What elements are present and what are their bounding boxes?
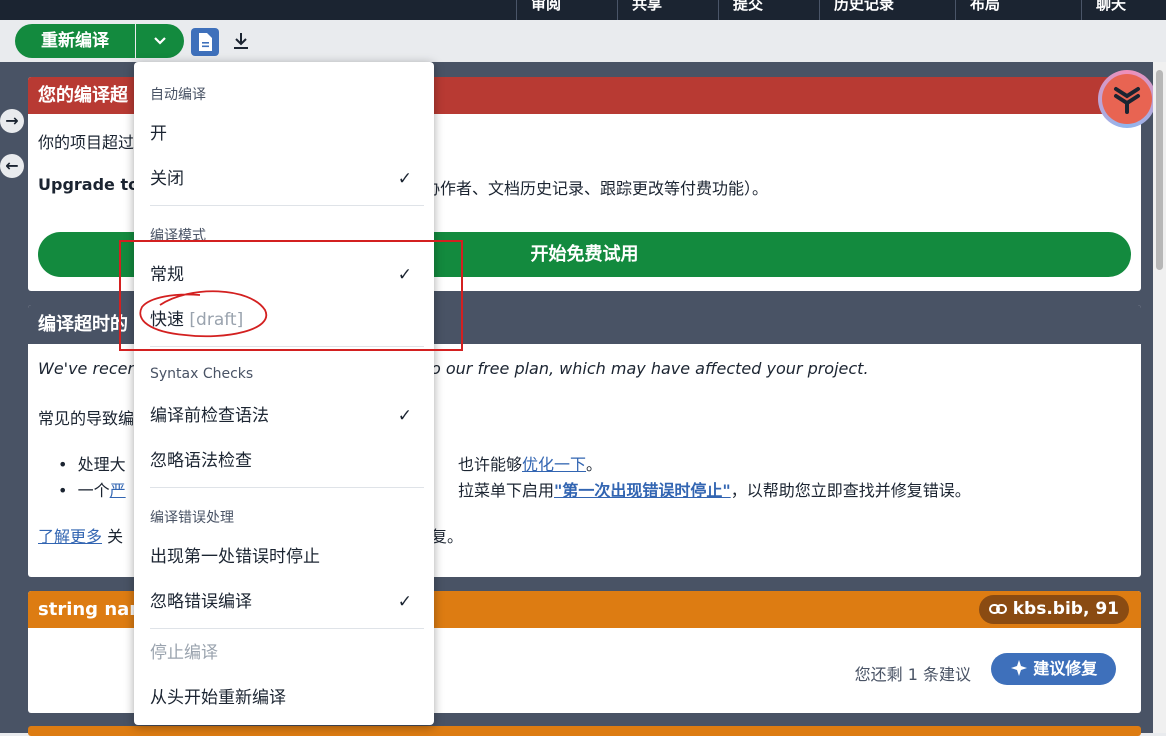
check-icon: ✓ [397,169,412,189]
menu-divider [150,205,424,206]
annotation-circle [139,290,268,338]
document-logs-button[interactable] [191,28,219,56]
suggest-fix-button[interactable]: 建议修复 [991,653,1116,685]
ai-assistant-avatar[interactable] [1098,70,1156,128]
stop-on-first-error[interactable]: 出现第一处错误时停止 [134,535,434,579]
share-button[interactable]: 共享 [617,0,662,20]
menu-divider [150,628,424,629]
file-location-badge[interactable]: kbs.bib, 91 [978,595,1129,624]
scroll-thumb[interactable] [1156,70,1163,270]
ignore-errors-compile[interactable]: 忽略错误编译 ✓ [134,580,434,624]
layout-button[interactable]: 布局 [955,0,1000,20]
history-button[interactable]: 历史记录 [819,0,894,20]
check-icon: ✓ [397,406,412,426]
check-icon: ✓ [397,592,412,612]
stop-compile: 停止编译 [150,643,218,663]
card-text: 复。 [431,527,464,546]
section-syntax-checks: Syntax Checks [150,366,254,382]
bullet-item-rest: 也许能够优化一下。 [458,455,603,474]
stop-on-first-error-link[interactable]: "第一次出现错误时停止" [554,481,731,500]
auto-compile-off[interactable]: 关闭 ✓ [134,157,434,201]
assistant-icon [1114,87,1140,114]
learn-more-link[interactable]: 了解更多 [38,527,102,546]
review-button[interactable]: 审阅 [516,0,561,20]
strict-link[interactable]: 严 [110,481,126,500]
bullet-item-rest: 拉菜单下启用"第一次出现错误时停止"，以帮助您立即查找并修复错误。 [458,481,971,500]
card-text: o our free plan, which may have affected… [431,359,869,378]
syntax-ignore[interactable]: 忽略语法检查 [134,439,434,483]
arrow-right-icon[interactable]: → [0,109,24,133]
recompile-options-menu: 自动编译 开 关闭 ✓ 编译模式 常规 ✓ 快速 [draft] Syntax Ch… [134,62,434,725]
learn-more-line: 了解更多 关 [38,527,124,546]
section-error-handling: 编译错误处理 [150,510,234,526]
card-text: 你的项目超过 [38,133,135,152]
logs-scrollbar[interactable] [1153,62,1166,733]
link-icon [988,604,1007,614]
bullet-item: • 处理大 [58,455,126,474]
arrow-left-icon[interactable]: ← [0,154,24,178]
syntax-check-before-compile[interactable]: 编译前检查语法 ✓ [134,394,434,438]
auto-compile-on[interactable]: 开 [134,112,434,156]
top-navbar: 审阅 共享 提交 历史记录 布局 聊天 [0,0,1166,20]
download-pdf-button[interactable] [230,30,252,52]
submit-button[interactable]: 提交 [718,0,763,20]
sparkle-icon [1010,660,1027,676]
suggestions-remaining: 您还剩 1 条建议 [854,665,971,684]
left-rail: → ← [0,62,28,733]
bullet-item: • 一个严 [58,481,126,500]
menu-divider [150,487,424,488]
upgrade-text: Upgrade to [38,175,140,194]
card-text: We've recent [38,359,144,378]
chat-button[interactable]: 聊天 [1081,0,1126,20]
optimize-link[interactable]: 优化一下 [522,455,586,474]
recompile-dropdown-toggle[interactable] [136,24,184,58]
recompile-from-scratch[interactable]: 从头开始重新编译 [134,676,434,720]
section-auto-compile: 自动编译 [150,87,206,103]
recompile-button[interactable]: 重新编译 [15,24,135,58]
chevron-down-icon [154,37,166,45]
download-icon [234,33,248,49]
log-entry-card [28,726,1141,736]
document-icon [199,33,212,51]
card-text: 协作者、文档历史记录、跟踪更改等付费功能）。 [424,179,769,198]
card-text: 常见的导致编 [38,409,135,428]
